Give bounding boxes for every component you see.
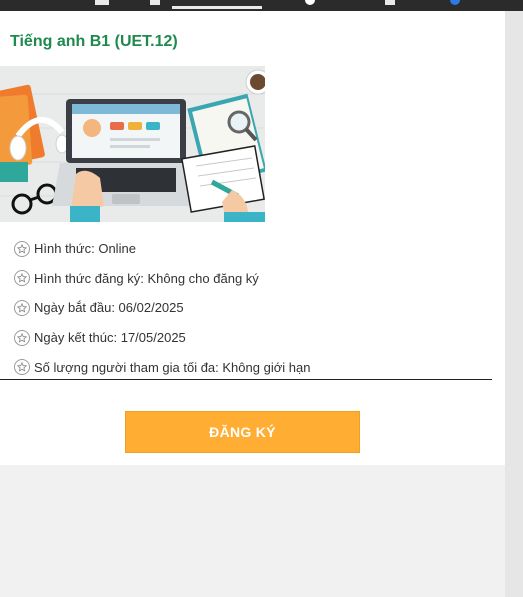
star-icon: [14, 329, 30, 346]
star-icon: [14, 240, 30, 257]
info-label: Hình thức: Online: [34, 241, 136, 257]
info-label: Số lượng người tham gia tối đa: Không gi…: [34, 359, 311, 375]
star-icon: [14, 270, 30, 287]
star-icon: [14, 359, 30, 376]
info-label: Ngày kết thúc: 17/05/2025: [34, 330, 186, 346]
toolbar-glyph: [150, 0, 160, 5]
course-info-list: Hình thức: Online Hình thức đăng ký: Khô…: [14, 234, 494, 382]
star-icon: [14, 299, 30, 316]
info-label: Ngày bắt đầu: 06/02/2025: [34, 300, 184, 316]
toolbar-glyph: [95, 0, 109, 5]
toolbar-glyph: [385, 0, 395, 5]
info-row-start-date: Ngày bắt đầu: 06/02/2025: [14, 293, 494, 323]
top-bar: [0, 0, 523, 11]
toolbar-icon: [450, 0, 460, 5]
register-button[interactable]: ĐĂNG KÝ: [125, 411, 360, 453]
toolbar-icon: [305, 0, 315, 5]
course-card: Tiếng anh B1 (UET.12) Hình thức: Online …: [0, 11, 505, 465]
divider: [0, 379, 492, 380]
info-row-max-participants: Số lượng người tham gia tối đa: Không gi…: [14, 352, 494, 382]
page-scroll-area: [505, 11, 523, 597]
info-label: Hình thức đăng ký: Không cho đăng ký: [34, 270, 259, 286]
info-row-end-date: Ngày kết thúc: 17/05/2025: [14, 323, 494, 353]
toolbar-glyph: [172, 6, 262, 9]
course-title: Tiếng anh B1 (UET.12): [10, 33, 178, 50]
course-image: [0, 66, 265, 222]
info-row-format: Hình thức: Online: [14, 234, 494, 264]
info-row-registration: Hình thức đăng ký: Không cho đăng ký: [14, 264, 494, 294]
